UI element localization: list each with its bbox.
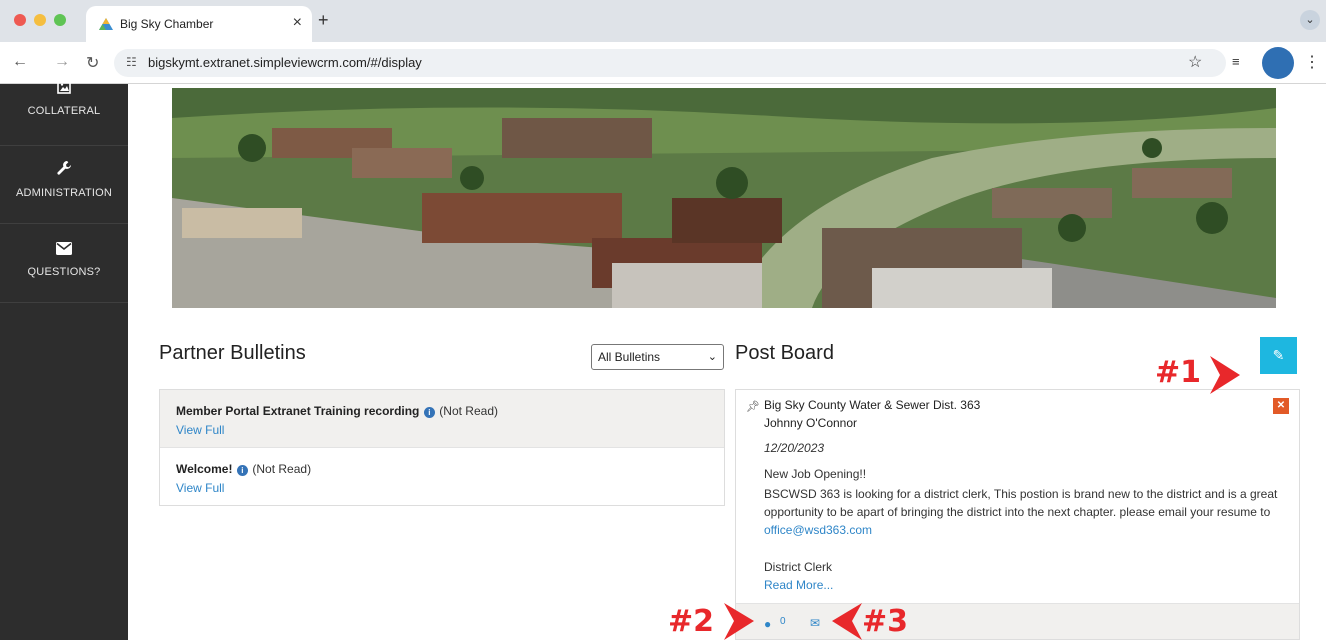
comment-count: 0 [780,616,786,627]
hero-photo [172,88,1276,308]
info-icon[interactable]: i [423,407,435,418]
comment-icon[interactable]: ● [764,617,771,631]
sidebar-item-administration[interactable]: ADMINISTRATION [0,146,128,224]
close-window-button[interactable] [14,14,26,26]
new-post-button[interactable]: ✎ [1260,337,1297,374]
sidebar-item-label: QUESTIONS? [27,266,101,278]
post-heading: New Job Opening!! [764,467,867,481]
view-full-link[interactable]: View Full [176,481,724,495]
browser-toolbar: ← → ↻ ☷ bigskymt.extranet.simpleviewcrm.… [0,42,1326,84]
browser-tab-bar: Big Sky Chamber × + ⌄ [0,0,1326,42]
sidebar: COLLATERAL ADMINISTRATION QUESTIONS? [0,80,128,640]
pin-icon: 📌︎ [746,401,760,413]
info-icon[interactable]: i [236,465,248,476]
bulletin-filter-value: All Bulletins [598,350,661,364]
maximize-window-button[interactable] [54,14,66,26]
profile-avatar[interactable] [1262,47,1294,79]
reading-list-icon[interactable]: ≡ [1232,54,1240,69]
tab-title: Big Sky Chamber [120,17,214,31]
back-arrow-icon[interactable]: ← [12,53,28,71]
post-date: 12/20/2023 [764,441,825,455]
post-role: District Clerk [764,560,832,574]
bulletin-title: Welcome! [176,462,233,476]
site-settings-icon[interactable]: ☷ [126,55,137,69]
browser-menu-icon[interactable]: ⋮ [1304,52,1320,72]
annotation-1-label: #1 [1155,355,1202,390]
pencil-icon: ✎ [1272,347,1285,363]
post-footer: ● 0 ✉ [736,603,1299,639]
post-body-text: BSCWSD 363 is looking for a district cle… [764,487,1278,519]
read-more-link[interactable]: Read More... [764,578,833,592]
bulletin-filter-select[interactable]: All Bulletins ⌄ [591,344,724,370]
delete-post-button[interactable]: ✕ [1273,398,1289,414]
bookmark-star-icon[interactable]: ☆ [1188,52,1202,72]
sidebar-item-collateral[interactable]: COLLATERAL [0,74,128,146]
post-author: Johnny O'Connor [764,416,858,430]
wrench-icon [0,160,128,181]
chamber-logo-icon [99,18,113,30]
email-link[interactable]: office@wsd363.com [764,523,872,537]
annotation-2-label: #2 [668,604,715,639]
bulletin-title: Member Portal Extranet Training recordin… [176,404,420,418]
mail-icon[interactable]: ✉ [810,616,820,630]
chevron-down-icon: ⌄ [707,351,717,363]
post-board-title: Post Board [735,342,834,364]
bulletin-list: Member Portal Extranet Training recordin… [159,389,725,506]
aerial-town-photo [172,88,1276,308]
annotation-1: #1 [1155,355,1201,390]
annotation-3-label: #3 [862,604,909,639]
list-item: Member Portal Extranet Training recordin… [160,390,724,448]
list-item: Welcome! i (Not Read) View Full [160,448,724,506]
annotation-1-arrow-icon [1210,356,1240,394]
read-status: (Not Read) [252,462,312,476]
post-organization: Big Sky County Water & Sewer Dist. 363 [764,398,981,412]
post-body: BSCWSD 363 is looking for a district cle… [764,485,1294,539]
sidebar-item-questions[interactable]: QUESTIONS? [0,225,128,303]
forward-arrow-icon[interactable]: → [54,53,70,71]
tab-close-icon[interactable]: × [293,14,302,32]
read-status: (Not Read) [439,404,498,418]
sidebar-item-label: ADMINISTRATION [15,187,113,199]
annotation-3: #3 [862,604,908,639]
sidebar-item-label: COLLATERAL [27,105,101,117]
browser-tab[interactable]: Big Sky Chamber × [86,6,312,42]
annotation-3-arrow-icon [832,603,862,640]
new-tab-icon[interactable]: + [318,10,329,31]
reload-icon[interactable]: ↻ [86,53,99,73]
annotation-2: #2 [668,604,714,639]
view-full-link[interactable]: View Full [176,423,724,437]
annotation-2-arrow-icon [724,603,754,640]
post-card: 📌︎ Big Sky County Water & Sewer Dist. 36… [735,389,1300,640]
tab-search-chevron-icon[interactable]: ⌄ [1300,10,1320,30]
envelope-icon [0,239,128,260]
image-icon [0,78,128,99]
address-bar[interactable]: ☷ bigskymt.extranet.simpleviewcrm.com/#/… [114,49,1226,77]
url-text[interactable]: bigskymt.extranet.simpleviewcrm.com/#/di… [148,55,422,70]
partner-bulletins-title: Partner Bulletins [159,342,306,364]
minimize-window-button[interactable] [34,14,46,26]
